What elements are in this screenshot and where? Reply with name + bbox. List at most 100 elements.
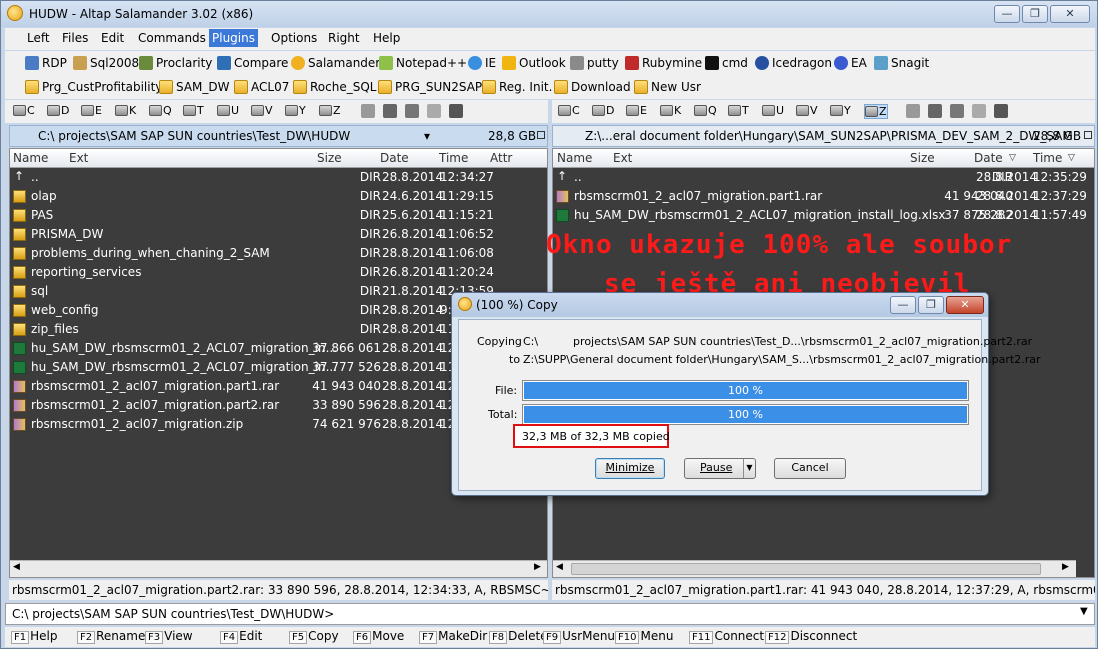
zoom-panel-icon[interactable] (1084, 131, 1092, 139)
dialog-restore-button[interactable]: ❐ (918, 296, 944, 314)
hotpath-roche-sql[interactable]: Roche_SQL (293, 79, 376, 95)
drive-d-button[interactable]: D (47, 104, 69, 117)
restore-window-button[interactable]: ❐ (1022, 5, 1048, 23)
sql2008-button[interactable]: Sql2008 (73, 55, 139, 71)
f10-menu-button[interactable]: F10 Menu (615, 629, 673, 644)
putty-button[interactable]: putty (570, 55, 619, 71)
menu-left[interactable]: Left (27, 31, 50, 45)
outlook-button[interactable]: Outlook (502, 55, 566, 71)
minimize-window-button[interactable]: — (994, 5, 1020, 23)
menu-right[interactable]: Right (328, 31, 360, 45)
chevron-down-icon[interactable]: ▼ (1080, 606, 1088, 617)
f6-move-button[interactable]: F6 Move (353, 629, 404, 644)
command-line-input[interactable]: C:\ projects\SAM SAP SUN countries\Test_… (5, 603, 1095, 625)
dialog-title-bar[interactable]: (100 %) Copy — ❐ ✕ (452, 293, 988, 317)
drive-e-button[interactable]: E (81, 104, 102, 117)
rdp-button[interactable]: RDP (25, 55, 67, 71)
ie-button[interactable]: IE (468, 55, 496, 71)
left-horizontal-scrollbar[interactable]: ◀ ▶ (10, 560, 547, 577)
f4-edit-button[interactable]: F4 Edit (220, 629, 262, 644)
rubymine-button[interactable]: Rubymine (625, 55, 702, 71)
close-window-button[interactable]: ✕ (1050, 5, 1090, 23)
file-row[interactable]: problems_during_when_chaning_2_SAM DIR 28.… (10, 244, 547, 263)
hotpath-download[interactable]: Download (554, 79, 631, 95)
drive-y-button[interactable]: Y (285, 104, 306, 117)
snagit-button[interactable]: Snagit (874, 55, 929, 71)
right-horizontal-scrollbar[interactable]: ◀ ▶ (553, 560, 1076, 577)
drive-y-button[interactable]: Y (830, 104, 851, 117)
drive-z-button[interactable]: Z (319, 104, 341, 117)
drive-k-button[interactable]: K (115, 104, 136, 117)
dropdown-icon[interactable]: ▾ (424, 129, 430, 143)
share-icon[interactable] (950, 104, 964, 118)
notepadpp-button[interactable]: Notepad++ (379, 55, 467, 71)
f3-view-button[interactable]: F3 View (145, 629, 193, 644)
drive-v-button[interactable]: V (796, 104, 818, 117)
drive-q-button[interactable]: Q (149, 104, 172, 117)
col-name[interactable]: Name (557, 151, 592, 165)
ea-button[interactable]: EA (834, 55, 867, 71)
share-icon[interactable] (405, 104, 419, 118)
dialog-minimize-button[interactable]: — (890, 296, 916, 314)
icedragon-button[interactable]: Icedragon (755, 55, 832, 71)
network-icon[interactable] (928, 104, 942, 118)
f7-makedir-button[interactable]: F7 MakeDir (419, 629, 487, 644)
f2-rename-button[interactable]: F2 Rename (77, 629, 145, 644)
drive-v-button[interactable]: V (251, 104, 273, 117)
hotpath-reg-init[interactable]: Reg. Init. (482, 79, 552, 95)
compare-button[interactable]: Compare (217, 55, 288, 71)
ftp-icon[interactable] (449, 104, 463, 118)
file-row[interactable]: olap DIR 24.6.2014 11:29:15 (10, 187, 547, 206)
scroll-thumb[interactable] (571, 563, 1041, 575)
f8-delete-button[interactable]: F8 Delete (489, 629, 548, 644)
refresh-icon[interactable] (427, 104, 441, 118)
copy-icon[interactable] (906, 104, 920, 118)
drive-q-button[interactable]: Q (694, 104, 717, 117)
file-row[interactable]: PAS DIR 25.6.2014 11:15:21 (10, 206, 547, 225)
chevron-down-icon[interactable]: ▼ (743, 459, 755, 478)
ftp-icon[interactable] (994, 104, 1008, 118)
right-path-bar[interactable]: Z:\...eral document folder\Hungary\SAM_S… (552, 125, 1095, 147)
file-row[interactable]: ↑.. DIR 28.8.2014 12:35:29 (553, 168, 1094, 187)
menu-options[interactable]: Options (271, 31, 317, 45)
col-attr[interactable]: Attr (490, 151, 512, 165)
hotpath-sam-dw[interactable]: SAM_DW (159, 79, 230, 95)
col-ext[interactable]: Ext (613, 151, 632, 165)
drive-c-button[interactable]: C (558, 104, 580, 117)
col-size[interactable]: Size (910, 151, 935, 165)
scroll-right-icon[interactable]: ▶ (534, 562, 541, 572)
salamander-button[interactable]: Salamander (291, 55, 380, 71)
f1-help-button[interactable]: F1 Help (11, 629, 57, 644)
drive-t-button[interactable]: T (183, 104, 204, 117)
hotpath-new-usr[interactable]: New Usr (634, 79, 701, 95)
hotpath-prg-custprofitability[interactable]: Prg_CustProfitability (25, 79, 162, 95)
col-name[interactable]: Name (13, 151, 48, 165)
f12-disconnect-button[interactable]: F12 Disconnect (765, 629, 857, 644)
menu-plugins[interactable]: Plugins (209, 29, 258, 47)
drive-c-button[interactable]: C (13, 104, 35, 117)
col-time[interactable]: Time (1033, 151, 1062, 165)
dialog-close-button[interactable]: ✕ (946, 296, 984, 314)
drive-d-button[interactable]: D (592, 104, 614, 117)
drive-e-button[interactable]: E (626, 104, 647, 117)
col-date[interactable]: Date (974, 151, 1003, 165)
col-date[interactable]: Date (380, 151, 409, 165)
scroll-right-icon[interactable]: ▶ (1062, 562, 1069, 572)
drive-t-button[interactable]: T (728, 104, 749, 117)
file-row[interactable]: hu_SAM_DW_rbsmscrm01_2_ACL07_migration_i… (553, 206, 1094, 225)
menu-files[interactable]: Files (62, 31, 88, 45)
scroll-left-icon[interactable]: ◀ (13, 562, 20, 572)
drive-k-button[interactable]: K (660, 104, 681, 117)
file-row[interactable]: rbsmscrm01_2_acl07_migration.part1.rar 41… (553, 187, 1094, 206)
file-row[interactable]: reporting_services DIR 26.8.2014 11:20:24 (10, 263, 547, 282)
left-path-bar[interactable]: C:\ projects\SAM SAP SUN countries\Test_… (9, 125, 548, 147)
drive-u-button[interactable]: U (762, 104, 784, 117)
proclarity-button[interactable]: Proclarity (139, 55, 212, 71)
hotpath-prg-sun2sap[interactable]: PRG_SUN2SAP (378, 79, 482, 95)
menu-commands[interactable]: Commands (138, 31, 206, 45)
col-time[interactable]: Time (439, 151, 468, 165)
pause-button[interactable]: Pause ▼ (684, 458, 756, 479)
file-row[interactable]: ↑.. DIR 28.8.2014 12:34:27 (10, 168, 547, 187)
minimize-button[interactable]: Minimize (595, 458, 665, 479)
cmd-button[interactable]: cmd (705, 55, 748, 71)
